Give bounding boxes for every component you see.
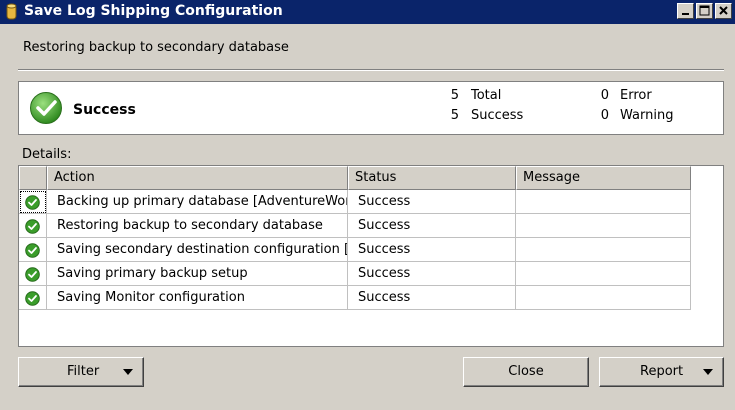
row-message <box>516 238 691 262</box>
table-row[interactable]: Saving secondary destination configurati… <box>19 238 691 262</box>
row-action: Saving primary backup setup <box>47 262 348 286</box>
row-message <box>516 190 691 214</box>
warning-count: 0 <box>600 108 609 123</box>
row-status: Success <box>348 262 516 286</box>
row-message <box>516 262 691 286</box>
title-bar: Save Log Shipping Configuration <box>0 0 735 24</box>
filter-button[interactable]: Filter <box>18 357 144 387</box>
success-check-icon <box>25 243 40 258</box>
success-check-icon <box>25 267 40 282</box>
dialog-body: Restoring backup to secondary database S… <box>0 24 735 410</box>
filter-button-label: Filter <box>67 364 100 379</box>
maximize-button[interactable] <box>696 3 713 19</box>
row-status: Success <box>348 238 516 262</box>
total-count: 5 <box>450 88 459 103</box>
dropdown-arrow-icon <box>703 369 713 375</box>
minimize-button[interactable] <box>677 3 694 19</box>
error-count: 0 <box>600 88 609 103</box>
table-row[interactable]: Saving primary backup setup Success <box>19 262 691 286</box>
summary-panel: Success 5 Total 5 Success 0 Error 0 Warn… <box>18 81 724 135</box>
success-check-icon <box>25 195 40 210</box>
header-description: Restoring backup to secondary database <box>23 40 289 55</box>
details-label: Details: <box>22 147 72 162</box>
total-label: Total <box>471 88 502 103</box>
row-message <box>516 286 691 310</box>
row-status: Success <box>348 190 516 214</box>
header-separator <box>18 69 724 71</box>
header-panel: Restoring backup to secondary database <box>0 24 735 70</box>
database-icon <box>6 3 17 20</box>
success-count-label: Success <box>471 108 524 123</box>
row-action: Saving Monitor configuration <box>47 286 348 310</box>
row-action: Saving secondary destination configurati… <box>47 238 348 262</box>
details-grid[interactable]: Action Status Message Backing up primary… <box>18 165 724 347</box>
window-title: Save Log Shipping Configuration <box>24 3 283 19</box>
status-label: Success <box>73 102 136 118</box>
column-header-action[interactable]: Action <box>47 166 348 190</box>
dropdown-arrow-icon <box>123 369 133 375</box>
success-check-icon <box>30 92 62 124</box>
row-status: Success <box>348 286 516 310</box>
table-row[interactable]: Restoring backup to secondary database S… <box>19 214 691 238</box>
table-row[interactable]: Saving Monitor configuration Success <box>19 286 691 310</box>
success-count: 5 <box>450 108 459 123</box>
column-header-status[interactable]: Status <box>348 166 516 190</box>
column-header-icon[interactable] <box>19 166 47 190</box>
row-status: Success <box>348 214 516 238</box>
close-window-button[interactable] <box>715 3 732 19</box>
grid-header: Action Status Message <box>19 166 691 190</box>
column-header-message[interactable]: Message <box>516 166 691 190</box>
table-row[interactable]: Backing up primary database [AdventureWo… <box>19 190 691 214</box>
row-action: Backing up primary database [AdventureWo… <box>47 190 348 214</box>
maximize-icon <box>699 5 710 16</box>
warning-label: Warning <box>620 108 674 123</box>
report-button[interactable]: Report <box>599 357 724 387</box>
error-label: Error <box>620 88 652 103</box>
success-check-icon <box>25 291 40 306</box>
close-icon <box>719 6 728 15</box>
row-message <box>516 214 691 238</box>
report-button-label: Report <box>640 364 684 379</box>
success-check-icon <box>25 219 40 234</box>
close-button[interactable]: Close <box>463 357 589 387</box>
minimize-icon <box>682 13 689 15</box>
close-button-label: Close <box>508 364 544 379</box>
row-action: Restoring backup to secondary database <box>47 214 348 238</box>
